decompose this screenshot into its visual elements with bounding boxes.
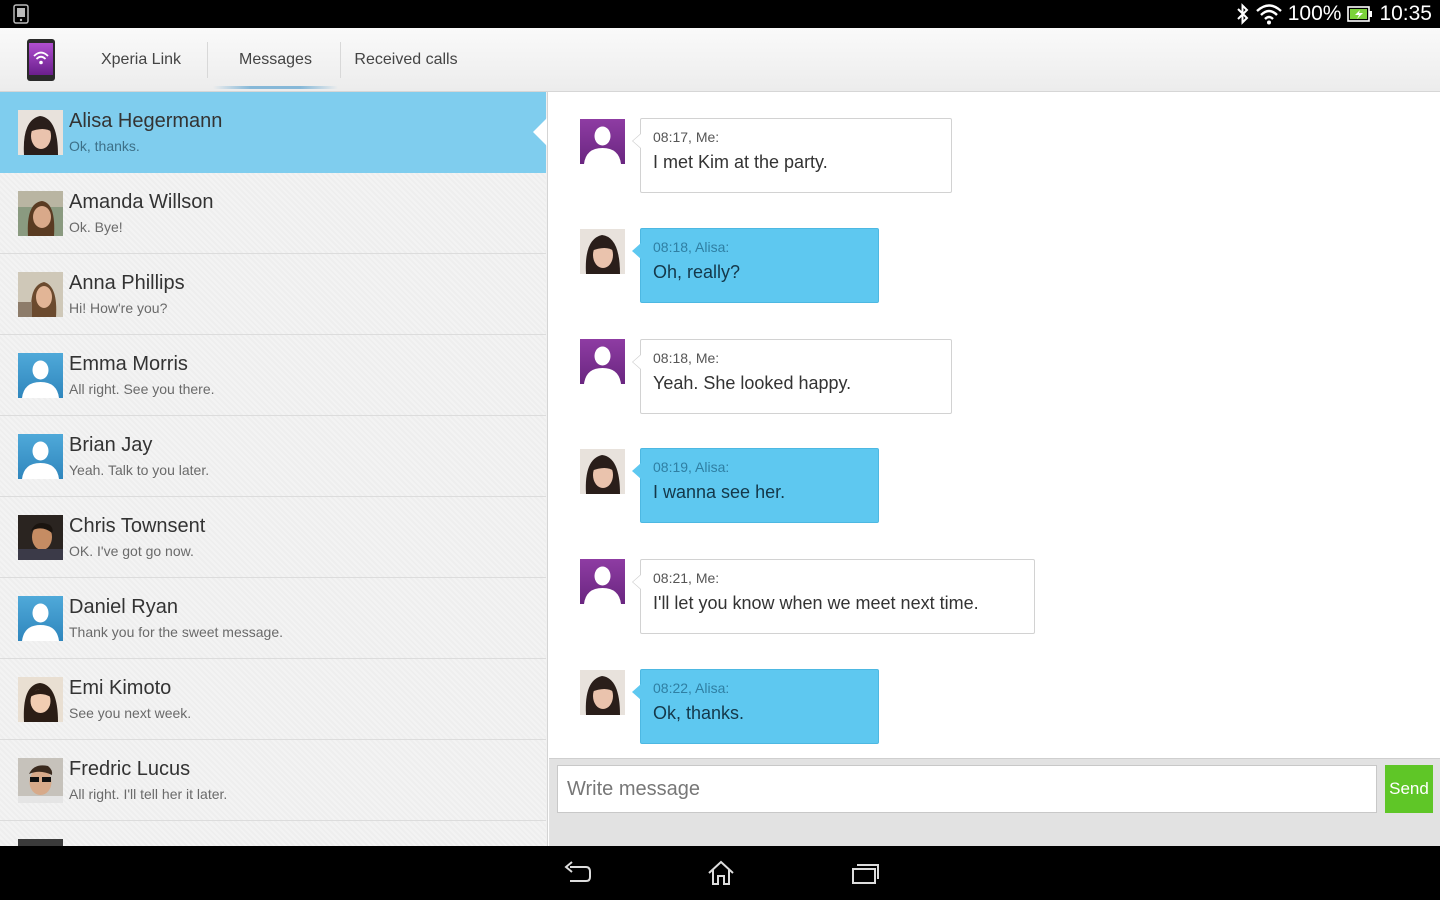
battery-icon [1347, 5, 1373, 23]
back-icon[interactable] [562, 859, 592, 887]
battery-percent: 100% [1287, 2, 1342, 25]
tab-divider [207, 42, 208, 78]
contact-item[interactable]: Daniel Ryan Thank you for the sweet mess… [0, 578, 546, 659]
bluetooth-icon [1236, 3, 1250, 25]
message-bubble-incoming[interactable]: 08:18, Alisa: Oh, really? [632, 228, 879, 303]
contact-last-message: OK. I've got go now. [69, 543, 194, 559]
contact-avatar [580, 229, 625, 274]
message-meta: 08:17, Me: [653, 129, 720, 145]
contact-avatar [18, 191, 63, 236]
contact-item[interactable]: Brian Jay Yeah. Talk to you later. [0, 416, 546, 497]
navigation-bar [0, 846, 1440, 900]
home-icon[interactable] [706, 859, 736, 887]
person-placeholder-icon [18, 353, 63, 398]
message-bubble-outgoing[interactable]: 08:18, Me: Yeah. She looked happy. [632, 339, 952, 414]
contact-avatar [18, 515, 63, 560]
contact-list[interactable]: Alisa Hegermann Ok, thanks. Amanda Wills… [0, 92, 548, 846]
person-placeholder-icon [18, 596, 63, 641]
contact-last-message: Ok. Bye! [69, 219, 123, 235]
contact-avatar [18, 272, 63, 317]
contact-name: Fredric Lucus [69, 758, 191, 780]
message-meta: 08:19, Alisa: [653, 459, 730, 475]
contact-name: Daniel Ryan [69, 596, 178, 618]
message-text: I wanna see her. [653, 482, 786, 502]
xperia-link-app-icon[interactable] [26, 38, 56, 82]
contact-last-message: All right. See you there. [69, 381, 215, 397]
contact-avatar [580, 449, 625, 494]
message-bubble-outgoing[interactable]: 08:17, Me: I met Kim at the party. [632, 118, 952, 193]
my-avatar-icon [580, 119, 625, 164]
active-tab-indicator [213, 86, 338, 89]
contact-avatar [580, 670, 625, 715]
clock: 10:35 [1379, 2, 1432, 25]
contact-item[interactable]: Anna Phillips Hi! How're you? [0, 254, 546, 335]
message-meta: 08:18, Me: [653, 350, 720, 366]
message-text: Ok, thanks. [653, 703, 745, 723]
message-bubble-incoming[interactable]: 08:19, Alisa: I wanna see her. [632, 448, 879, 523]
contact-avatar [18, 758, 63, 803]
conversation-pane[interactable]: 08:17, Me: I met Kim at the party. 08:18… [549, 92, 1440, 758]
message-text: Yeah. She looked happy. [653, 373, 852, 393]
contact-avatar [18, 110, 63, 155]
recent-apps-icon[interactable] [850, 859, 880, 887]
message-text: I met Kim at the party. [653, 152, 828, 172]
tab-xperia-link[interactable]: Xperia Link [86, 28, 196, 92]
contact-name: Emma Morris [69, 353, 188, 375]
contact-last-message: Ok, thanks. [69, 138, 140, 154]
action-bar: Xperia Link Messages Received calls [0, 28, 1440, 92]
contact-avatar [18, 677, 63, 722]
message-bubble-incoming[interactable]: 08:22, Alisa: Ok, thanks. [632, 669, 879, 744]
message-bubble-outgoing[interactable]: 08:21, Me: I'll let you know when we mee… [632, 559, 1035, 634]
contact-last-message: Thank you for the sweet message. [69, 624, 283, 640]
send-button[interactable]: Send [1385, 765, 1433, 813]
contact-item[interactable]: Fredric Lucus All right. I'll tell her i… [0, 740, 546, 821]
contact-name: Chris Townsent [69, 515, 206, 537]
contact-name: Emi Kimoto [69, 677, 172, 699]
my-avatar-icon [580, 339, 625, 384]
message-meta: 08:22, Alisa: [653, 680, 730, 696]
compose-bar: Send [549, 758, 1440, 846]
contact-name: Amanda Willson [69, 191, 214, 213]
contact-item[interactable]: Chris Townsent OK. I've got go now. [0, 497, 546, 578]
contact-item[interactable]: Alisa Hegermann Ok, thanks. [0, 92, 547, 173]
contact-item-partial[interactable] [0, 821, 546, 846]
contact-avatar [18, 839, 63, 846]
message-text: Oh, really? [653, 262, 741, 282]
contact-last-message: Hi! How're you? [69, 300, 168, 316]
contact-item[interactable]: Amanda Willson Ok. Bye! [0, 173, 546, 254]
contact-last-message: See you next week. [69, 705, 192, 721]
contact-name: Anna Phillips [69, 272, 185, 294]
contact-name: Brian Jay [69, 434, 153, 456]
contact-name: Alisa Hegermann [69, 110, 223, 132]
message-meta: 08:21, Me: [653, 570, 720, 586]
tab-divider [340, 42, 341, 78]
tab-messages[interactable]: Messages [213, 28, 338, 92]
person-placeholder-icon [18, 434, 63, 479]
my-avatar-icon [580, 559, 625, 604]
message-text: I'll let you know when we meet next time… [653, 593, 979, 613]
contact-item[interactable]: Emma Morris All right. See you there. [0, 335, 546, 416]
message-meta: 08:18, Alisa: [653, 239, 730, 255]
wifi-icon [1255, 3, 1282, 25]
write-message-input[interactable] [557, 765, 1377, 813]
phone-notification-icon [10, 4, 32, 24]
contact-last-message: All right. I'll tell her it later. [69, 786, 228, 802]
contact-item[interactable]: Emi Kimoto See you next week. [0, 659, 546, 740]
status-bar: 100% 10:35 [0, 0, 1440, 28]
tab-received-calls[interactable]: Received calls [346, 28, 466, 92]
selection-pointer [533, 118, 547, 146]
contact-last-message: Yeah. Talk to you later. [69, 462, 210, 478]
